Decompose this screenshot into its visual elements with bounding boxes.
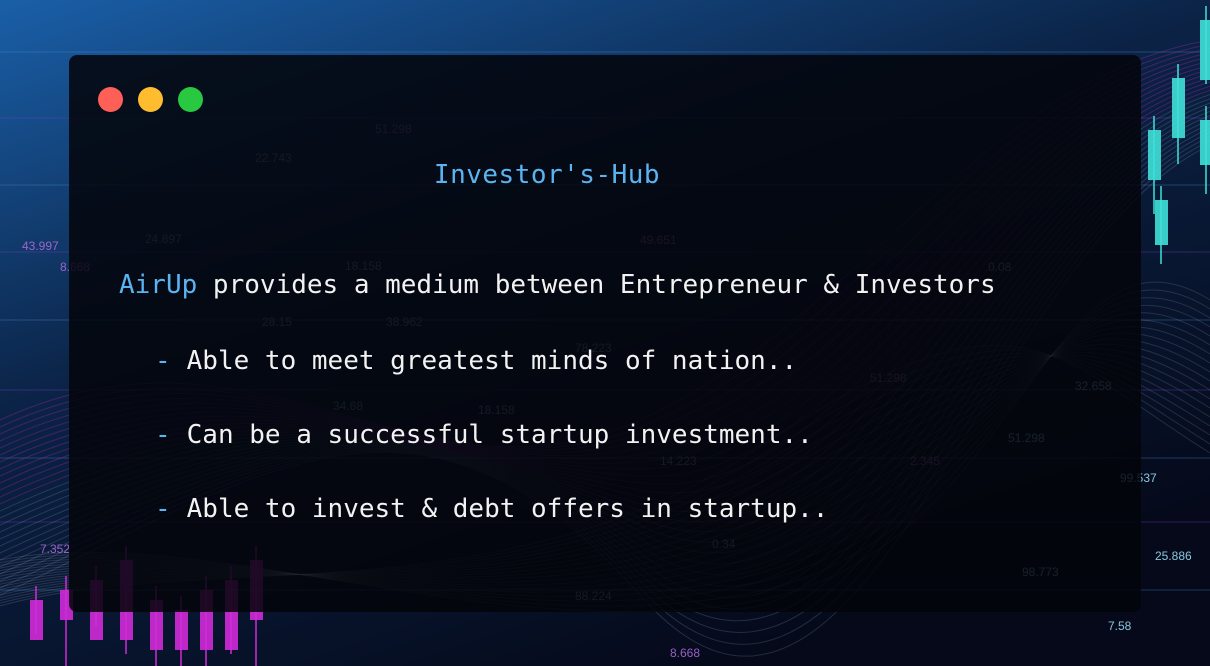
- feature-item: - Able to meet greatest minds of nation..: [155, 346, 797, 376]
- brand-name: AirUp: [119, 270, 198, 300]
- bullet-marker: -: [155, 494, 171, 524]
- card-title: Investor's-Hub: [433, 160, 661, 190]
- background-number: 25.886: [1155, 549, 1192, 563]
- background-number: 7.58: [1108, 619, 1132, 633]
- feature-item: - Can be a successful startup investment.…: [155, 420, 813, 450]
- window-controls: [98, 87, 203, 112]
- feature-item: - Able to invest & debt offers in startup…: [155, 494, 828, 524]
- maximize-dot-icon[interactable]: [178, 87, 203, 112]
- background-number: 43.997: [22, 239, 59, 253]
- intro-description: provides a medium between Entrepreneur &…: [197, 270, 996, 300]
- background-number: 7.352: [40, 542, 70, 556]
- intro-text: AirUp provides a medium between Entrepre…: [119, 270, 996, 300]
- bullet-marker: -: [155, 346, 171, 376]
- feature-text: Can be a successful startup investment..: [186, 420, 813, 450]
- background-number: 8.668: [670, 646, 700, 660]
- feature-text: Able to invest & debt offers in startup.…: [186, 494, 829, 524]
- close-dot-icon[interactable]: [98, 87, 123, 112]
- feature-text: Able to meet greatest minds of nation..: [186, 346, 798, 376]
- minimize-dot-icon[interactable]: [138, 87, 163, 112]
- investor-hub-card: Investor's-Hub AirUp provides a medium b…: [69, 55, 1141, 612]
- bullet-marker: -: [155, 420, 171, 450]
